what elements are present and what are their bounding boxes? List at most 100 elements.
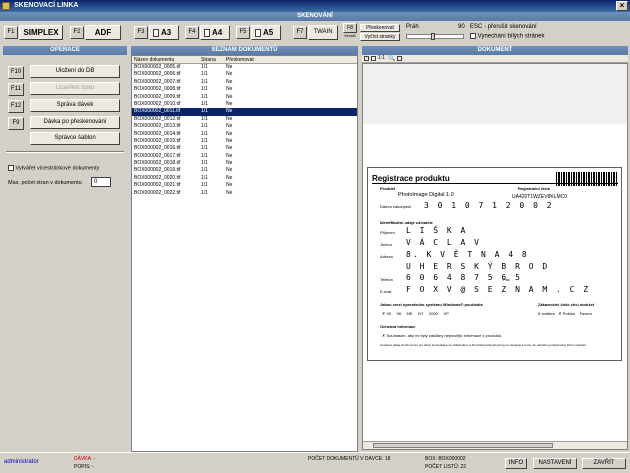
preskenovat-button[interactable]: Přeskenovat: [360, 24, 400, 32]
zavrit-button[interactable]: ZAVŘÍT: [582, 458, 626, 469]
document-name: BOX000002_0022.tif: [134, 189, 181, 196]
slider-handle[interactable]: [431, 33, 435, 40]
column-strana[interactable]: Strana: [201, 56, 216, 64]
list-item[interactable]: BOX000002_0016.tif 1/1 Ne: [132, 145, 357, 152]
a5-button[interactable]: A5: [251, 25, 281, 40]
list-item[interactable]: BOX000002_0007.tif 1/1 Ne: [132, 79, 357, 86]
ident-label: Identifikační údaje uživatele: [380, 220, 433, 225]
f12-key[interactable]: F12: [8, 100, 24, 113]
souhlas-text: ✗ Souhlasím, aby mi byly zasílány nejnov…: [382, 333, 502, 338]
f3-key[interactable]: F3: [134, 26, 148, 39]
document-rescan: Ne: [226, 123, 233, 130]
ochrana-label: Ochrana informací: [380, 324, 416, 329]
document-viewer[interactable]: Registrace produktu Produkt PhotoImage D…: [362, 63, 628, 450]
zakaznik-option: Poštou: [562, 311, 576, 316]
vicestrankove-checkbox[interactable]: [8, 165, 14, 171]
list-item[interactable]: BOX000002_0018.tif 1/1 Ne: [132, 160, 357, 167]
viewer-scrollbar[interactable]: [363, 441, 627, 449]
zoom-icon[interactable]: 🔍: [388, 55, 395, 62]
f11-key[interactable]: F11: [8, 83, 24, 96]
os-option: NT: [418, 311, 424, 316]
document-name: BOX000002_0014.tif: [134, 130, 181, 137]
nastaveni-button[interactable]: NASTAVENÍ: [533, 458, 577, 469]
close-button[interactable]: ×: [616, 1, 628, 11]
sprava-davek-button[interactable]: Správa dávek: [30, 99, 120, 112]
zoom-level[interactable]: 1:1: [378, 55, 385, 61]
f8-key[interactable]: F8: [343, 23, 357, 33]
a3-button[interactable]: A3: [149, 25, 179, 40]
adf-button[interactable]: ADF: [85, 25, 121, 40]
scrollbar-thumb[interactable]: [373, 443, 553, 448]
twain-button[interactable]: TWAIN: [308, 25, 338, 40]
document-name: BOX000002_0013.tif: [134, 123, 181, 130]
uzavreni-boxu-button[interactable]: Uzavření boxu: [30, 82, 120, 95]
column-nazev[interactable]: Název dokumentu: [134, 56, 174, 64]
max-pocet-input[interactable]: 0: [91, 177, 111, 187]
a3-label: A3: [161, 28, 172, 37]
info-button[interactable]: INFO: [505, 458, 527, 469]
prijmeni-label: Příjmení: [380, 230, 395, 235]
document-rescan: Ne: [226, 93, 233, 100]
f10-key[interactable]: F10: [8, 66, 24, 79]
column-preskenovat[interactable]: Přeskenovat: [226, 56, 254, 64]
f2-key[interactable]: F2: [70, 26, 84, 39]
vicestrankove-option[interactable]: Vytvářet vícestránkové dokumenty: [8, 165, 99, 171]
f1-key[interactable]: F1: [4, 26, 18, 39]
page-icon: [255, 28, 261, 37]
list-item[interactable]: BOX000002_0005.tif 1/1 Ne: [132, 64, 357, 71]
f7-key[interactable]: F7: [293, 26, 307, 39]
list-item[interactable]: BOX000002_0017.tif 1/1 Ne: [132, 153, 357, 160]
app-icon: [2, 2, 10, 10]
prah-slider[interactable]: [406, 33, 464, 40]
f5-key[interactable]: F5: [236, 26, 250, 39]
dokument-header: DOKUMENT: [362, 46, 628, 55]
email-label: E-mail: [380, 289, 392, 294]
list-item[interactable]: BOX000002_0014.tif 1/1 Ne: [132, 131, 357, 138]
document-rescan: Ne: [226, 160, 233, 167]
spravce-sablon-button[interactable]: Správce šablon: [30, 132, 120, 145]
document-name: BOX000002_0010.tif: [134, 100, 181, 107]
list-item[interactable]: BOX000002_0019.tif 1/1 Ne: [132, 167, 357, 174]
document-list[interactable]: Název dokumentu Strana Přeskenovat BOX00…: [131, 55, 358, 452]
adresa-value-2: U H E R S K Ý B R O D: [406, 262, 550, 271]
vycist-button[interactable]: Vyčíst stranky: [360, 33, 400, 41]
vynechani-option[interactable]: Vynechání bílých stránek: [470, 33, 545, 40]
ulozeni-do-db-button[interactable]: Uložení do DB: [30, 65, 120, 78]
document-name: BOX000002_0018.tif: [134, 160, 181, 167]
list-item[interactable]: BOX000002_0009.tif 1/1 Ne: [132, 94, 357, 101]
f4-key[interactable]: F4: [185, 26, 199, 39]
os-options: ✗ 95 98 ME NT 2000 XP: [382, 311, 502, 316]
list-item[interactable]: BOX000002_0013.tif 1/1 Ne: [132, 123, 357, 130]
simplex-button[interactable]: SIMPLEX: [19, 25, 63, 40]
prijmeni-value: L I Š K A: [406, 226, 468, 235]
a4-button[interactable]: A4: [200, 25, 230, 40]
document-name: BOX000002_0015.tif: [134, 137, 181, 144]
f9-key[interactable]: F9: [8, 117, 24, 130]
list-item[interactable]: BOX000002_0012.tif 1/1 Ne: [132, 116, 357, 123]
list-item[interactable]: BOX000002_0008.tif 1/1 Ne: [132, 86, 357, 93]
document-rescan: Ne: [226, 78, 233, 85]
skenovani-header: SKENOVÁNÍ: [0, 12, 630, 21]
list-item[interactable]: BOX000002_0015.tif 1/1 Ne: [132, 138, 357, 145]
fit-icon[interactable]: [364, 56, 369, 61]
davka-po-preskenovani-button[interactable]: Dávka po přeskenování: [30, 116, 120, 129]
document-rescan: Ne: [226, 145, 233, 152]
list-rows: BOX000002_0005.tif 1/1 Ne BOX000002_0006.ti…: [132, 64, 357, 197]
list-item[interactable]: BOX000002_0010.tif 1/1 Ne: [132, 101, 357, 108]
page-view-icon[interactable]: [371, 56, 376, 61]
vynechani-checkbox[interactable]: [470, 33, 476, 39]
box-label: BOX: BOX000002: [425, 456, 466, 462]
document-name: BOX000002_0007.tif: [134, 78, 181, 85]
form-heading: Registrace produktu: [372, 174, 450, 183]
list-item[interactable]: BOX000002_0006.tif 1/1 Ne: [132, 71, 357, 78]
list-item[interactable]: BOX000002_0011.tif 1/1 Ne: [132, 108, 357, 116]
rotate-icon[interactable]: [397, 56, 402, 61]
viewer-toolbar: 1:1 🔍: [362, 55, 628, 63]
email-value: F O X V @ S E Z N A M . C Z: [406, 285, 591, 294]
document-rescan: Ne: [226, 189, 233, 196]
list-item[interactable]: BOX000002_0021.tif 1/1 Ne: [132, 182, 357, 189]
list-item[interactable]: BOX000002_0020.tif 1/1 Ne: [132, 175, 357, 182]
window-title-bar: SKENOVACÍ LINKA ×: [0, 0, 630, 12]
davka-label: DÁVKA: -: [74, 456, 96, 462]
list-item[interactable]: BOX000002_0022.tif 1/1 Ne: [132, 190, 357, 197]
